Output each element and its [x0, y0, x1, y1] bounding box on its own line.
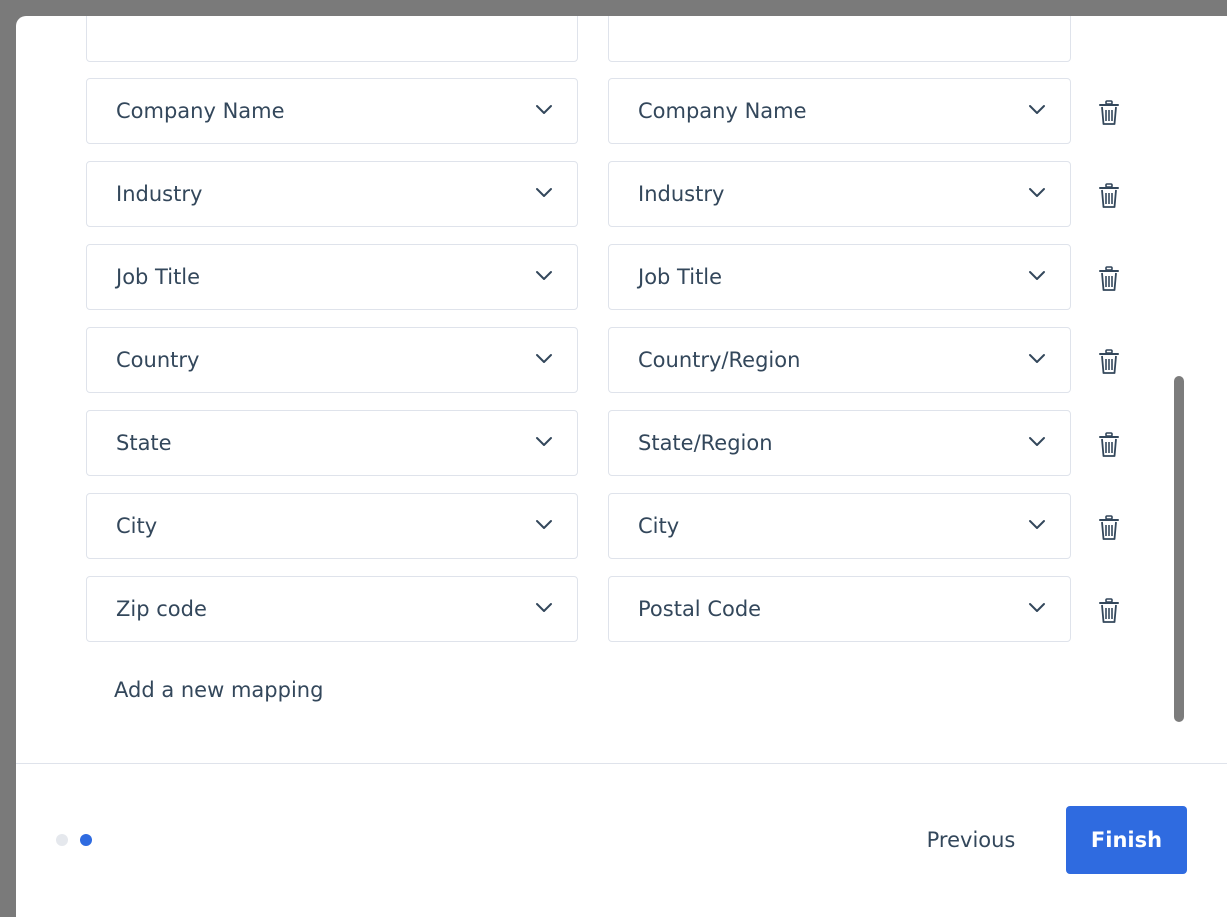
source-property-select[interactable]: Zip code [86, 576, 578, 642]
step-dot-2[interactable] [80, 834, 92, 846]
previous-button[interactable]: Previous [896, 806, 1046, 874]
source-property-label: City [116, 514, 158, 538]
chevron-down-icon [1028, 601, 1046, 613]
mapping-row: Zip code Postal Code [86, 576, 1146, 644]
chevron-down-icon [1028, 186, 1046, 198]
add-mapping-link[interactable]: Add a new mapping [114, 678, 323, 702]
target-property-select[interactable]: Job Title [608, 244, 1071, 310]
target-property-select[interactable]: Country/Region [608, 327, 1071, 393]
chevron-down-icon [1028, 352, 1046, 364]
source-property-label: Zip code [116, 597, 207, 621]
target-property-label: City [638, 514, 680, 538]
target-property-label: Postal Code [638, 597, 762, 621]
mapping-row: Company Name Company Name [86, 78, 1146, 146]
target-property-label: Country/Region [638, 348, 801, 372]
source-property-select[interactable]: Industry [86, 161, 578, 227]
trash-icon[interactable] [1098, 183, 1120, 209]
target-property-select[interactable]: State/Region [608, 410, 1071, 476]
source-property-select[interactable]: Country [86, 327, 578, 393]
chevron-down-icon [535, 435, 553, 447]
mapping-list: Company Name Company Name Industry Industry… [16, 16, 1227, 763]
chevron-down-icon [535, 186, 553, 198]
step-dot-1[interactable] [56, 834, 68, 846]
chevron-down-icon [535, 269, 553, 281]
chevron-down-icon [535, 601, 553, 613]
target-property-select[interactable]: Postal Code [608, 576, 1071, 642]
target-property-label: Company Name [638, 99, 807, 123]
target-property-label: Job Title [638, 265, 723, 289]
chevron-down-icon [1028, 269, 1046, 281]
source-property-label: State [116, 431, 172, 455]
mapping-row: City City [86, 493, 1146, 561]
mapping-modal: Company Name Company Name Industry Industry… [16, 16, 1227, 917]
target-property-select[interactable]: Company Name [608, 78, 1071, 144]
target-property-select[interactable]: Industry [608, 161, 1071, 227]
mapping-row: State State/Region [86, 410, 1146, 478]
source-property-select[interactable]: City [86, 493, 578, 559]
source-property-label: Country [116, 348, 200, 372]
step-indicator [56, 834, 92, 846]
source-property-label: Company Name [116, 99, 285, 123]
mapping-row: Job Title Job Title [86, 244, 1146, 312]
chevron-down-icon [535, 352, 553, 364]
trash-icon[interactable] [1098, 266, 1120, 292]
chevron-down-icon [535, 518, 553, 530]
source-property-label: Industry [116, 182, 203, 206]
trash-icon[interactable] [1098, 598, 1120, 624]
source-property-select[interactable] [86, 16, 578, 62]
mapping-row: Country Country/Region [86, 327, 1146, 395]
source-property-select[interactable]: Company Name [86, 78, 578, 144]
finish-button[interactable]: Finish [1066, 806, 1187, 874]
scrollbar-thumb[interactable] [1174, 376, 1184, 722]
source-property-label: Job Title [116, 265, 201, 289]
mapping-row-partial [86, 16, 1146, 64]
trash-icon[interactable] [1098, 515, 1120, 541]
chevron-down-icon [535, 103, 553, 115]
chevron-down-icon [1028, 518, 1046, 530]
trash-icon[interactable] [1098, 349, 1120, 375]
mapping-row: Industry Industry [86, 161, 1146, 229]
target-property-label: Industry [638, 182, 725, 206]
trash-icon[interactable] [1098, 100, 1120, 126]
source-property-select[interactable]: Job Title [86, 244, 578, 310]
trash-icon[interactable] [1098, 432, 1120, 458]
source-property-select[interactable]: State [86, 410, 578, 476]
target-property-select[interactable]: City [608, 493, 1071, 559]
chevron-down-icon [1028, 435, 1046, 447]
chevron-down-icon [1028, 103, 1046, 115]
footer-divider [16, 763, 1227, 764]
target-property-label: State/Region [638, 431, 773, 455]
target-property-select[interactable] [608, 16, 1071, 62]
